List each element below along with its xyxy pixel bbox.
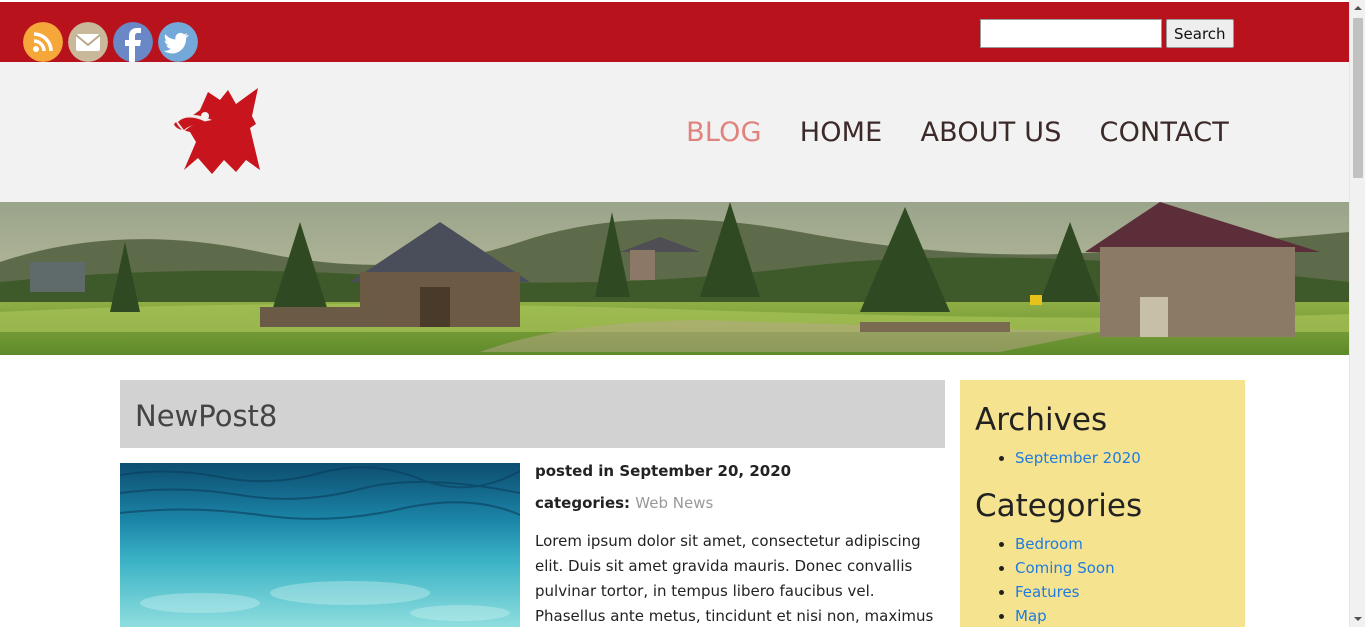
post-date: posted in September 20, 2020 [535, 461, 945, 493]
post-excerpt: Lorem ipsum dolor sit amet, consectetur … [535, 532, 934, 625]
social-icons [23, 22, 198, 62]
archives-list: September 2020 [1015, 446, 1230, 470]
search-button[interactable]: Search [1166, 19, 1234, 48]
top-bar: Search [0, 0, 1349, 62]
list-item: September 2020 [1015, 446, 1230, 470]
hero-banner-image [0, 202, 1349, 355]
post-title[interactable]: NewPost8 [135, 399, 277, 433]
search-input[interactable] [980, 19, 1162, 48]
categories-label: categories: [535, 494, 631, 512]
list-item: Map [1015, 604, 1230, 627]
categories-heading: Categories [975, 488, 1143, 524]
archives-heading: Archives [975, 402, 1108, 438]
post-categories: categories: Web News [535, 493, 945, 525]
scroll-down-arrow-icon[interactable] [1353, 614, 1363, 624]
nav-blog[interactable]: BLOG [686, 117, 762, 148]
site-header: BLOG HOME ABOUT US CONTACT [0, 62, 1349, 202]
nav-contact[interactable]: CONTACT [1100, 117, 1229, 148]
posted-label: posted in [535, 462, 615, 480]
search-form: Search [980, 19, 1234, 48]
facebook-icon[interactable] [113, 22, 153, 62]
rooster-logo-icon[interactable] [172, 86, 264, 178]
email-icon[interactable] [68, 22, 108, 62]
list-item: Bedroom [1015, 532, 1230, 556]
scrollbar-thumb[interactable] [1353, 18, 1363, 178]
twitter-icon[interactable] [158, 22, 198, 62]
list-item: Coming Soon [1015, 556, 1230, 580]
page-scrollbar[interactable] [1349, 0, 1365, 627]
category-link[interactable]: Web News [635, 494, 713, 512]
post-featured-image [120, 463, 520, 627]
post-title-bar: NewPost8 [120, 380, 945, 448]
sidebar: Archives September 2020 Categories Bedro… [960, 380, 1245, 627]
scroll-up-arrow-icon[interactable] [1353, 3, 1363, 13]
category-link-bedroom[interactable]: Bedroom [1015, 535, 1083, 553]
category-link-features[interactable]: Features [1015, 583, 1080, 601]
posted-date: September 20, 2020 [619, 462, 792, 480]
rss-icon[interactable] [23, 22, 63, 62]
post-meta: posted in September 20, 2020 categories:… [535, 461, 945, 627]
archive-link[interactable]: September 2020 [1015, 449, 1141, 467]
list-item: Features [1015, 580, 1230, 604]
category-link-coming-soon[interactable]: Coming Soon [1015, 559, 1115, 577]
nav-about-us[interactable]: ABOUT US [920, 117, 1061, 148]
nav-home[interactable]: HOME [800, 117, 883, 148]
categories-list: Bedroom Coming Soon Features Map [1015, 532, 1230, 627]
main-nav: BLOG HOME ABOUT US CONTACT [686, 117, 1229, 148]
category-link-map[interactable]: Map [1015, 607, 1047, 625]
